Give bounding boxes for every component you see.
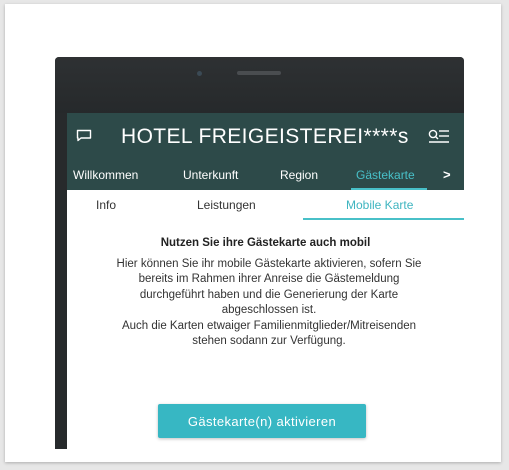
active-subtab-indicator bbox=[303, 218, 464, 220]
subtab-leistungen[interactable]: Leistungen bbox=[197, 198, 256, 212]
subtab-mobile-karte[interactable]: Mobile Karte bbox=[346, 198, 413, 212]
tab-gaestekarte[interactable]: Gästekarte bbox=[356, 168, 415, 182]
screenshot-card: HOTEL FREIGEISTEREI****s Willkommen Unte… bbox=[5, 4, 501, 462]
sub-nav-tabs: Info Leistungen Mobile Karte bbox=[67, 190, 464, 220]
body-line: durchgeführt haben und die Generierung d… bbox=[139, 288, 399, 301]
subtab-info[interactable]: Info bbox=[96, 198, 116, 212]
body-line: abgeschlossen ist. bbox=[221, 304, 317, 317]
body-line: stehen sodann zur Verfügung. bbox=[192, 335, 346, 348]
main-nav-tabs: Willkommen Unterkunft Region Gästekarte bbox=[67, 160, 464, 190]
phone-frame: HOTEL FREIGEISTEREI****s Willkommen Unte… bbox=[55, 57, 464, 449]
tab-willkommen[interactable]: Willkommen bbox=[73, 168, 138, 182]
menu-search-icon[interactable] bbox=[428, 128, 450, 146]
app-screen: HOTEL FREIGEISTEREI****s Willkommen Unte… bbox=[67, 113, 464, 449]
chat-icon[interactable] bbox=[76, 129, 92, 142]
tab-unterkunft[interactable]: Unterkunft bbox=[183, 168, 238, 182]
app-title: HOTEL FREIGEISTEREI****s bbox=[121, 125, 409, 148]
camera-dot bbox=[197, 71, 202, 76]
content-heading: Nutzen Sie ihre Gästekarte auch mobil bbox=[160, 237, 371, 249]
tab-region[interactable]: Region bbox=[280, 168, 318, 182]
nav-next-chevron-icon[interactable]: > bbox=[443, 167, 451, 182]
body-line: Auch die Karten etwaiger Familienmitglie… bbox=[121, 319, 417, 332]
activate-guest-card-button[interactable]: Gästekarte(n) aktivieren bbox=[158, 404, 366, 438]
body-line: bereits im Rahmen ihrer Anreise die Gäst… bbox=[138, 273, 400, 286]
app-bar: HOTEL FREIGEISTEREI****s bbox=[67, 113, 464, 160]
speaker-slot bbox=[237, 71, 281, 75]
phone-top-bezel bbox=[55, 57, 464, 113]
body-line: Hier können Sie ihr mobile Gästekarte ak… bbox=[116, 258, 422, 270]
content-body: Hier können Sie ihr mobile Gästekarte ak… bbox=[75, 257, 463, 349]
